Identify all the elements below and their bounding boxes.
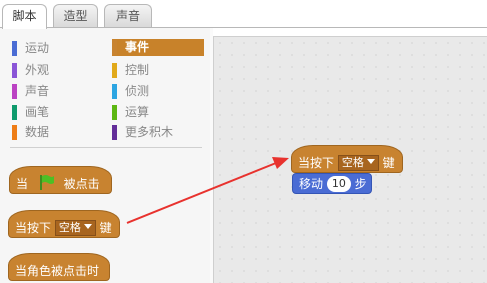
block-text: 移动 (299, 177, 324, 191)
block-text: 键 (382, 156, 395, 170)
tab-bar: 脚本 造型 声音 (0, 0, 487, 29)
block-text: 当 (16, 177, 29, 191)
green-flag-icon (39, 175, 54, 190)
chevron-down-icon (83, 224, 92, 229)
tab-costumes-label: 造型 (63, 9, 88, 23)
category-looks[interactable]: 外观 (12, 62, 102, 79)
category-color-bar (112, 84, 117, 99)
when-sprite-clicked-block[interactable]: 当角色被点击时 (8, 253, 110, 281)
category-label: 运算 (125, 105, 150, 119)
category-panel: 运动 外观 声音 画笔 数据 事件 控制 侦测 运算 更多积木 (0, 28, 210, 150)
category-label: 数据 (25, 125, 50, 139)
category-color-bar (12, 125, 17, 140)
tab-costumes[interactable]: 造型 (53, 4, 98, 28)
tab-sounds-label: 声音 (115, 9, 140, 23)
tab-scripts-label: 脚本 (12, 9, 37, 23)
category-color-bar (112, 63, 117, 78)
tab-scripts[interactable]: 脚本 (2, 4, 47, 29)
key-dropdown-value: 空格 (58, 221, 81, 234)
script-when-key-pressed-block[interactable]: 当按下 空格 键 (291, 145, 403, 173)
category-motion[interactable]: 运动 (12, 40, 102, 57)
category-label: 更多积木 (125, 125, 174, 139)
category-operators[interactable]: 运算 (112, 104, 204, 121)
key-dropdown[interactable]: 空格 (54, 220, 96, 236)
when-flag-clicked-block[interactable]: 当 被点击 (9, 166, 112, 194)
key-dropdown[interactable]: 空格 (337, 155, 379, 171)
category-label: 画笔 (25, 105, 50, 119)
block-text: 键 (99, 221, 112, 235)
block-text: 被点击 (63, 177, 100, 191)
steps-input[interactable]: 10 (326, 176, 351, 192)
block-text: 步 (354, 177, 367, 191)
category-sensing[interactable]: 侦测 (112, 83, 204, 100)
palette-divider (10, 147, 202, 148)
category-pen[interactable]: 画笔 (12, 104, 102, 121)
key-dropdown-value: 空格 (341, 156, 364, 169)
category-label: 控制 (125, 63, 150, 77)
category-color-bar (12, 63, 17, 78)
category-events[interactable]: 事件 (112, 39, 204, 56)
category-color-bar (12, 84, 17, 99)
block-text: 当按下 (15, 221, 52, 235)
category-color-bar (112, 125, 117, 140)
when-key-pressed-block[interactable]: 当按下 空格 键 (8, 210, 120, 238)
category-label: 侦测 (125, 84, 150, 98)
category-color-bar (112, 40, 117, 55)
category-data[interactable]: 数据 (12, 124, 102, 141)
block-text: 当按下 (298, 156, 335, 170)
block-text: 当角色被点击时 (15, 264, 100, 278)
tab-sounds[interactable]: 声音 (104, 4, 152, 28)
category-control[interactable]: 控制 (112, 62, 204, 79)
category-label: 事件 (125, 40, 150, 54)
category-label: 声音 (25, 84, 50, 98)
move-steps-block[interactable]: 移动 10 步 (292, 173, 372, 194)
category-label: 运动 (25, 41, 50, 55)
category-color-bar (12, 41, 17, 56)
category-label: 外观 (25, 63, 50, 77)
category-more-blocks[interactable]: 更多积木 (112, 124, 204, 141)
chevron-down-icon (366, 159, 375, 164)
category-sound[interactable]: 声音 (12, 83, 102, 100)
category-color-bar (112, 105, 117, 120)
category-color-bar (12, 105, 17, 120)
